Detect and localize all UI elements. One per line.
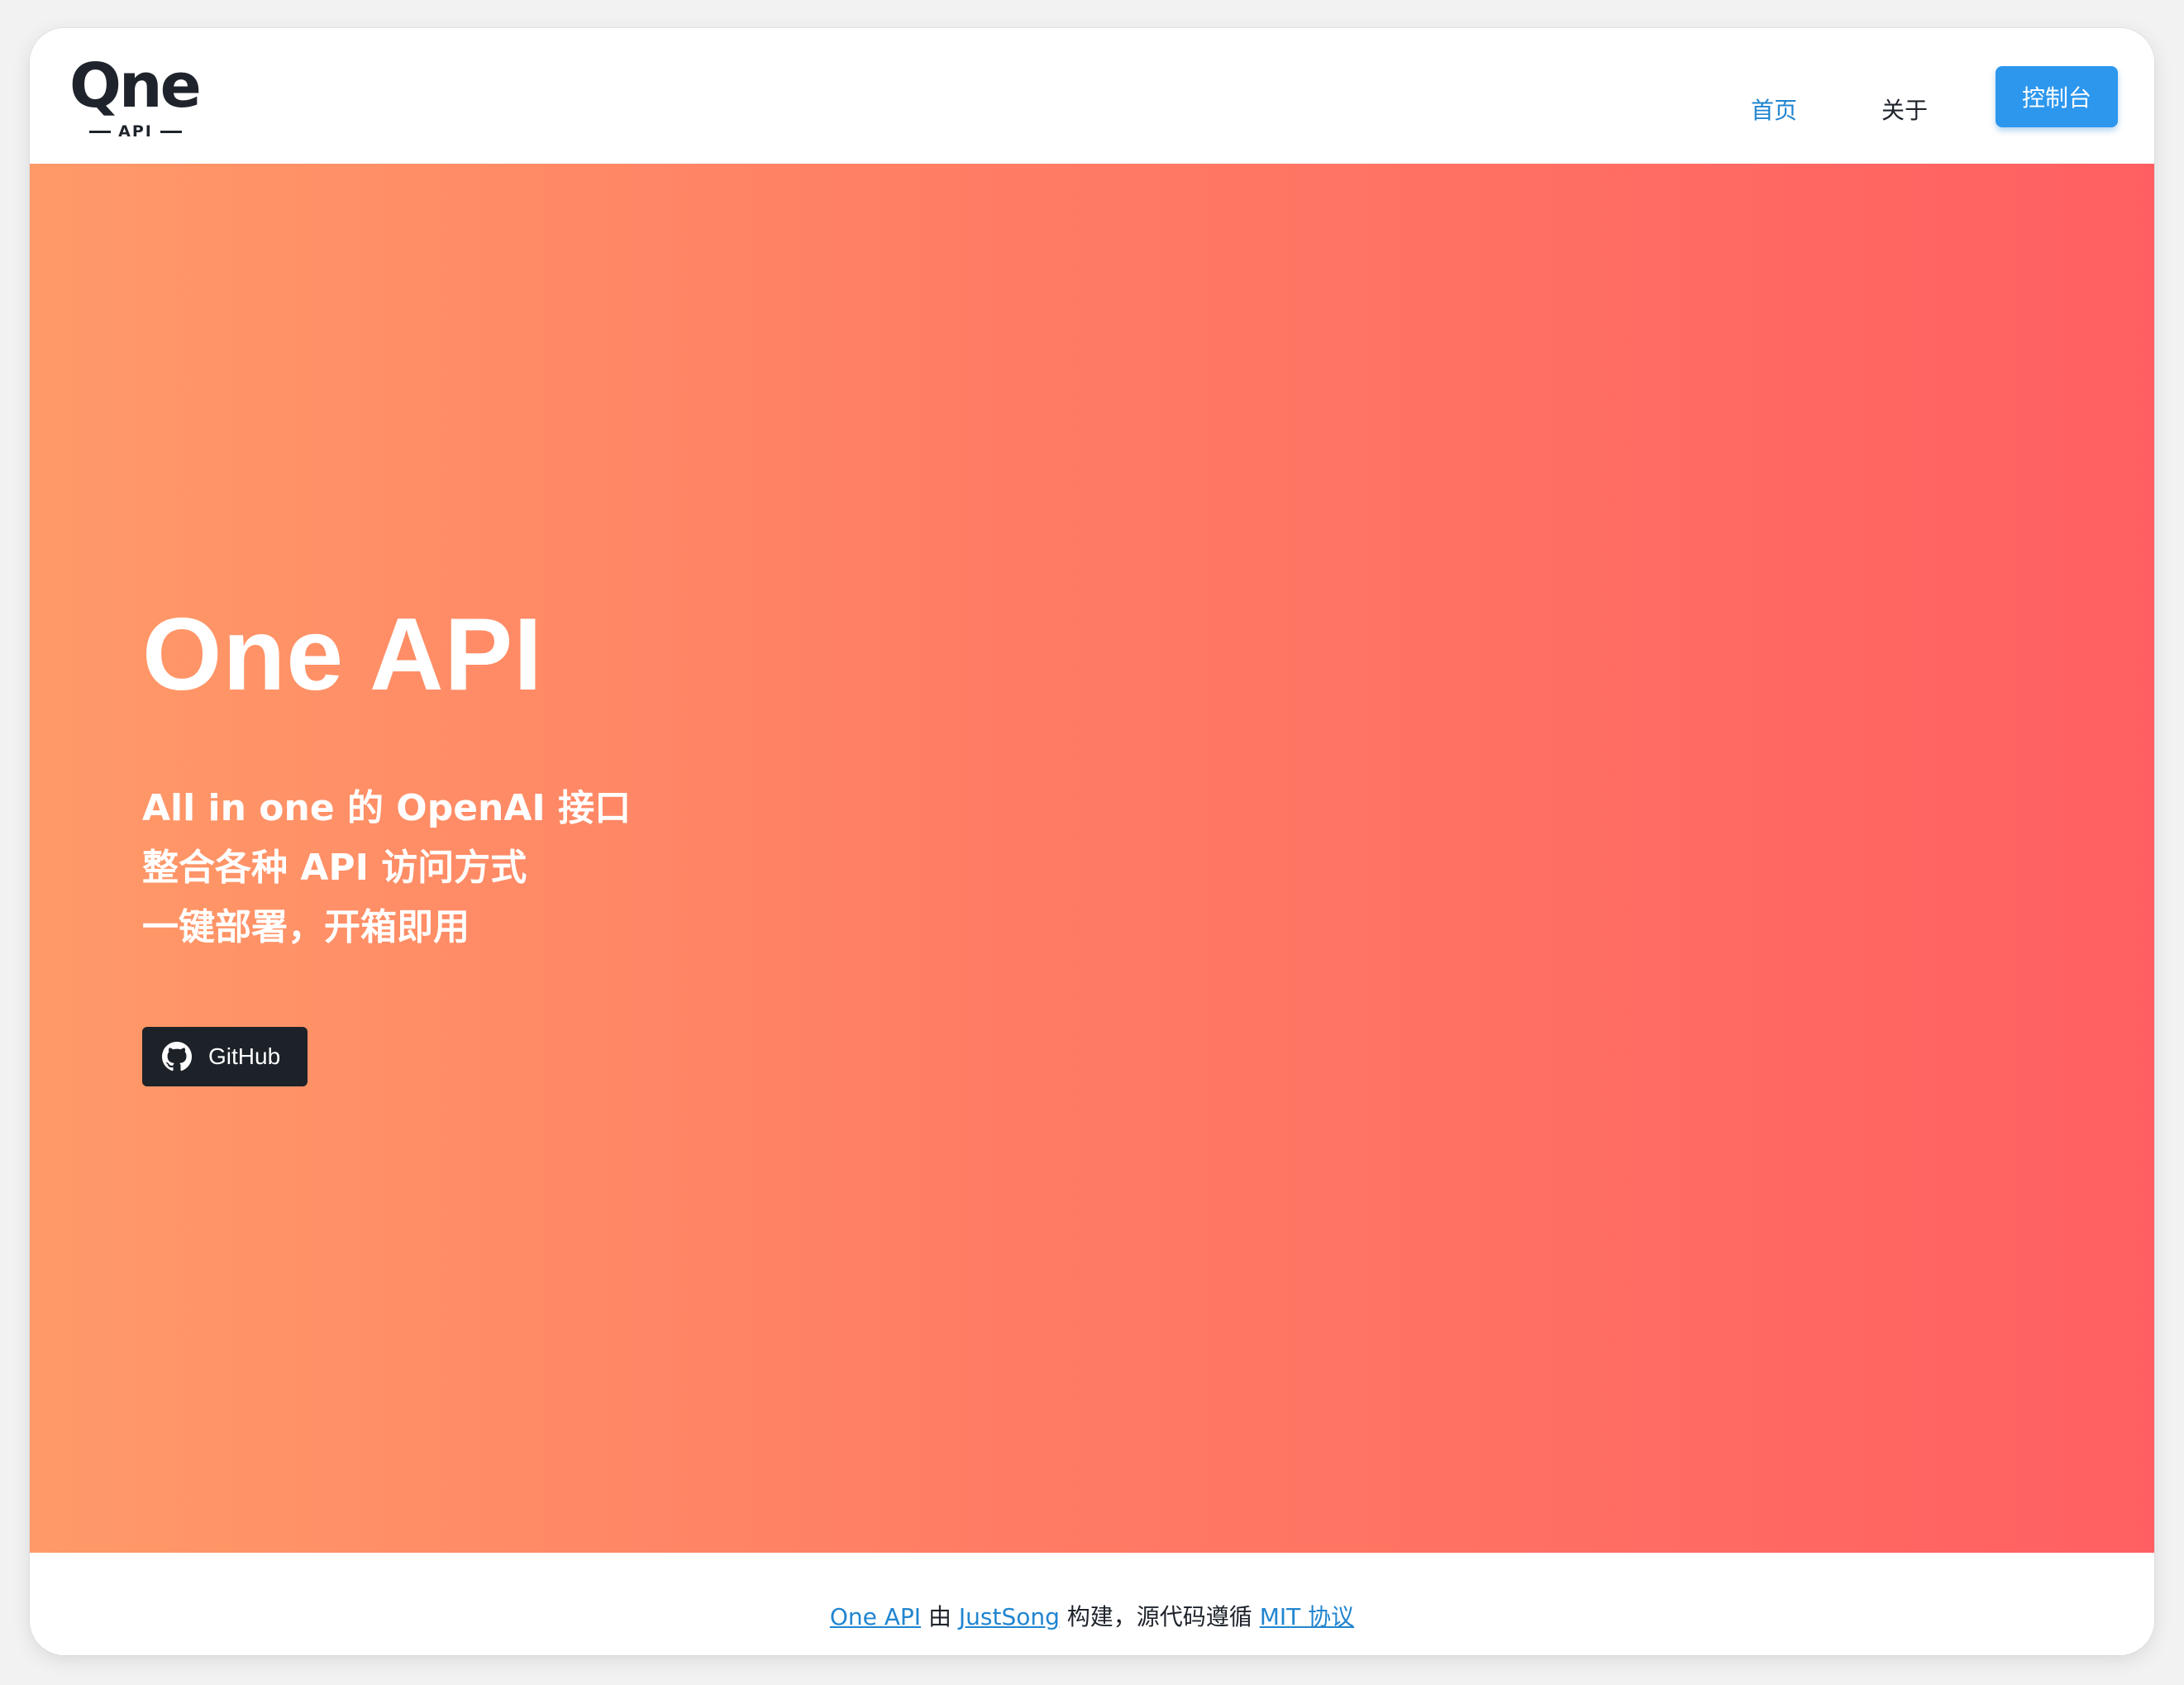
github-icon — [162, 1042, 192, 1072]
hero-line-3: 一键部署，开箱即用 — [142, 906, 470, 948]
logo-dash-right — [160, 131, 182, 133]
top-navbar: Qne API 首页 关于 控制台 — [30, 28, 2154, 164]
hero-line-1: All in one 的 OpenAI 接口 — [142, 787, 632, 829]
hero-line-2: 整合各种 API 访问方式 — [142, 847, 527, 889]
footer: One API 由 JustSong 构建，源代码遵循 MIT 协议 — [30, 1553, 2154, 1655]
hero-banner: One API All in one 的 OpenAI 接口 整合各种 API … — [30, 164, 2154, 1553]
footer-author-link[interactable]: JustSong — [959, 1603, 1060, 1630]
github-button-label: GitHub — [208, 1043, 281, 1069]
footer-credits: One API 由 JustSong 构建，源代码遵循 MIT 协议 — [30, 1601, 2154, 1634]
footer-by-text: 由 — [927, 1603, 951, 1630]
logo[interactable]: Qne API — [69, 53, 210, 147]
console-button[interactable]: 控制台 — [1996, 66, 2118, 127]
browser-window: Qne API 首页 关于 控制台 One API All in one 的 O… — [30, 28, 2154, 1655]
hero-description: All in one 的 OpenAI 接口 整合各种 API 访问方式 一键部… — [142, 779, 631, 957]
footer-license-link[interactable]: MIT 协议 — [1260, 1603, 1354, 1630]
logo-wordmark: Qne — [69, 50, 202, 122]
logo-subtitle: API — [89, 121, 182, 142]
hero-title: One API — [142, 598, 543, 712]
footer-project-link[interactable]: One API — [830, 1603, 921, 1630]
nav-home-link[interactable]: 首页 — [1751, 94, 1797, 127]
footer-middle-text: 构建，源代码遵循 — [1066, 1603, 1252, 1630]
nav-about-link[interactable]: 关于 — [1881, 94, 1928, 127]
github-button[interactable]: GitHub — [142, 1027, 308, 1086]
